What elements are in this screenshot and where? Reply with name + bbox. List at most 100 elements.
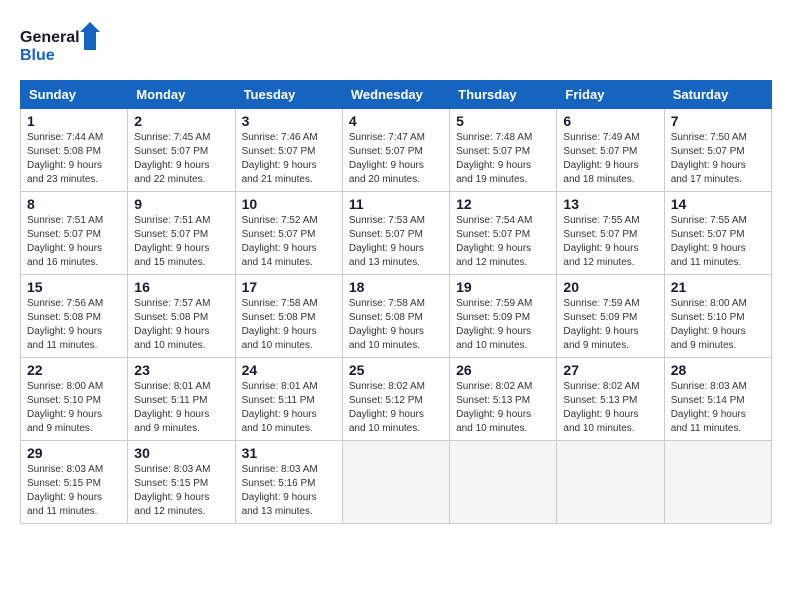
calendar-cell: 22Sunrise: 8:00 AM Sunset: 5:10 PM Dayli… xyxy=(21,358,128,441)
day-number: 14 xyxy=(671,196,765,212)
calendar-table: SundayMondayTuesdayWednesdayThursdayFrid… xyxy=(20,80,772,524)
day-number: 27 xyxy=(563,362,657,378)
day-info: Sunrise: 8:01 AM Sunset: 5:11 PM Dayligh… xyxy=(242,380,336,436)
day-info: Sunrise: 7:48 AM Sunset: 5:07 PM Dayligh… xyxy=(456,131,550,187)
calendar-cell: 21Sunrise: 8:00 AM Sunset: 5:10 PM Dayli… xyxy=(664,275,771,358)
day-of-week-header: Tuesday xyxy=(235,81,342,109)
calendar-cell: 15Sunrise: 7:56 AM Sunset: 5:08 PM Dayli… xyxy=(21,275,128,358)
day-number: 6 xyxy=(563,113,657,129)
calendar-cell: 4 Sunrise: 7:47 AM Sunset: 5:07 PM Daylig… xyxy=(342,109,449,192)
day-info: Sunrise: 8:03 AM Sunset: 5:14 PM Dayligh… xyxy=(671,380,765,436)
day-number: 7 xyxy=(671,113,765,129)
day-info: Sunrise: 7:58 AM Sunset: 5:08 PM Dayligh… xyxy=(349,297,443,353)
day-of-week-header: Sunday xyxy=(21,81,128,109)
day-number: 5 xyxy=(456,113,550,129)
day-number: 15 xyxy=(27,279,121,295)
calendar-cell: 20Sunrise: 7:59 AM Sunset: 5:09 PM Dayli… xyxy=(557,275,664,358)
day-number: 3 xyxy=(242,113,336,129)
day-info: Sunrise: 7:51 AM Sunset: 5:07 PM Dayligh… xyxy=(27,214,121,270)
calendar-header-row: SundayMondayTuesdayWednesdayThursdayFrid… xyxy=(21,81,772,109)
day-number: 26 xyxy=(456,362,550,378)
day-number: 25 xyxy=(349,362,443,378)
day-number: 22 xyxy=(27,362,121,378)
day-number: 23 xyxy=(134,362,228,378)
day-number: 4 xyxy=(349,113,443,129)
calendar-week-row: 1 Sunrise: 7:44 AM Sunset: 5:08 PM Daylig… xyxy=(21,109,772,192)
calendar-cell xyxy=(342,441,449,524)
day-info: Sunrise: 7:59 AM Sunset: 5:09 PM Dayligh… xyxy=(456,297,550,353)
calendar-cell: 10 Sunrise: 7:52 AM Sunset: 5:07 PM Dayli… xyxy=(235,192,342,275)
day-number: 12 xyxy=(456,196,550,212)
day-number: 17 xyxy=(242,279,336,295)
calendar-cell: 12 Sunrise: 7:54 AM Sunset: 5:07 PM Dayli… xyxy=(450,192,557,275)
calendar-cell: 5 Sunrise: 7:48 AM Sunset: 5:07 PM Daylig… xyxy=(450,109,557,192)
day-info: Sunrise: 7:45 AM Sunset: 5:07 PM Dayligh… xyxy=(134,131,228,187)
calendar-cell: 3 Sunrise: 7:46 AM Sunset: 5:07 PM Daylig… xyxy=(235,109,342,192)
calendar-cell xyxy=(450,441,557,524)
day-number: 28 xyxy=(671,362,765,378)
logo: General Blue xyxy=(20,20,100,70)
day-of-week-header: Wednesday xyxy=(342,81,449,109)
calendar-cell: 14 Sunrise: 7:55 AM Sunset: 5:07 PM Dayli… xyxy=(664,192,771,275)
day-info: Sunrise: 8:02 AM Sunset: 5:13 PM Dayligh… xyxy=(456,380,550,436)
calendar-cell: 7 Sunrise: 7:50 AM Sunset: 5:07 PM Daylig… xyxy=(664,109,771,192)
day-of-week-header: Friday xyxy=(557,81,664,109)
calendar-cell: 24 Sunrise: 8:01 AM Sunset: 5:11 PM Dayli… xyxy=(235,358,342,441)
day-info: Sunrise: 8:03 AM Sunset: 5:16 PM Dayligh… xyxy=(242,463,336,519)
calendar-cell: 6Sunrise: 7:49 AM Sunset: 5:07 PM Daylig… xyxy=(557,109,664,192)
day-of-week-header: Saturday xyxy=(664,81,771,109)
day-info: Sunrise: 8:01 AM Sunset: 5:11 PM Dayligh… xyxy=(134,380,228,436)
day-number: 16 xyxy=(134,279,228,295)
calendar-cell: 13 Sunrise: 7:55 AM Sunset: 5:07 PM Dayli… xyxy=(557,192,664,275)
calendar-cell: 26 Sunrise: 8:02 AM Sunset: 5:13 PM Dayli… xyxy=(450,358,557,441)
day-number: 2 xyxy=(134,113,228,129)
day-number: 24 xyxy=(242,362,336,378)
calendar-cell: 18 Sunrise: 7:58 AM Sunset: 5:08 PM Dayli… xyxy=(342,275,449,358)
day-of-week-header: Monday xyxy=(128,81,235,109)
calendar-cell: 2 Sunrise: 7:45 AM Sunset: 5:07 PM Daylig… xyxy=(128,109,235,192)
day-info: Sunrise: 8:02 AM Sunset: 5:13 PM Dayligh… xyxy=(563,380,657,436)
calendar-cell: 30Sunrise: 8:03 AM Sunset: 5:15 PM Dayli… xyxy=(128,441,235,524)
calendar-week-row: 22Sunrise: 8:00 AM Sunset: 5:10 PM Dayli… xyxy=(21,358,772,441)
calendar-cell: 29 Sunrise: 8:03 AM Sunset: 5:15 PM Dayli… xyxy=(21,441,128,524)
day-info: Sunrise: 8:03 AM Sunset: 5:15 PM Dayligh… xyxy=(27,463,121,519)
svg-text:General: General xyxy=(20,29,80,46)
calendar-cell: 31 Sunrise: 8:03 AM Sunset: 5:16 PM Dayli… xyxy=(235,441,342,524)
day-number: 10 xyxy=(242,196,336,212)
day-number: 21 xyxy=(671,279,765,295)
calendar-week-row: 15Sunrise: 7:56 AM Sunset: 5:08 PM Dayli… xyxy=(21,275,772,358)
day-number: 8 xyxy=(27,196,121,212)
day-info: Sunrise: 7:51 AM Sunset: 5:07 PM Dayligh… xyxy=(134,214,228,270)
calendar-cell: 23 Sunrise: 8:01 AM Sunset: 5:11 PM Dayli… xyxy=(128,358,235,441)
day-info: Sunrise: 7:54 AM Sunset: 5:07 PM Dayligh… xyxy=(456,214,550,270)
calendar-cell: 8 Sunrise: 7:51 AM Sunset: 5:07 PM Daylig… xyxy=(21,192,128,275)
day-info: Sunrise: 7:53 AM Sunset: 5:07 PM Dayligh… xyxy=(349,214,443,270)
day-info: Sunrise: 7:52 AM Sunset: 5:07 PM Dayligh… xyxy=(242,214,336,270)
day-info: Sunrise: 7:46 AM Sunset: 5:07 PM Dayligh… xyxy=(242,131,336,187)
calendar-cell: 16 Sunrise: 7:57 AM Sunset: 5:08 PM Dayli… xyxy=(128,275,235,358)
day-number: 13 xyxy=(563,196,657,212)
day-number: 9 xyxy=(134,196,228,212)
day-of-week-header: Thursday xyxy=(450,81,557,109)
calendar-cell: 28 Sunrise: 8:03 AM Sunset: 5:14 PM Dayli… xyxy=(664,358,771,441)
day-info: Sunrise: 7:55 AM Sunset: 5:07 PM Dayligh… xyxy=(563,214,657,270)
day-number: 1 xyxy=(27,113,121,129)
calendar-cell: 27 Sunrise: 8:02 AM Sunset: 5:13 PM Dayli… xyxy=(557,358,664,441)
calendar-cell xyxy=(557,441,664,524)
logo-svg: General Blue xyxy=(20,20,100,70)
day-info: Sunrise: 7:50 AM Sunset: 5:07 PM Dayligh… xyxy=(671,131,765,187)
day-info: Sunrise: 8:02 AM Sunset: 5:12 PM Dayligh… xyxy=(349,380,443,436)
day-info: Sunrise: 7:44 AM Sunset: 5:08 PM Dayligh… xyxy=(27,131,121,187)
day-number: 29 xyxy=(27,445,121,461)
calendar-cell xyxy=(664,441,771,524)
day-number: 18 xyxy=(349,279,443,295)
page-header: General Blue xyxy=(20,20,772,70)
day-info: Sunrise: 7:57 AM Sunset: 5:08 PM Dayligh… xyxy=(134,297,228,353)
calendar-cell: 17Sunrise: 7:58 AM Sunset: 5:08 PM Dayli… xyxy=(235,275,342,358)
day-number: 31 xyxy=(242,445,336,461)
day-info: Sunrise: 7:55 AM Sunset: 5:07 PM Dayligh… xyxy=(671,214,765,270)
day-number: 20 xyxy=(563,279,657,295)
calendar-cell: 1 Sunrise: 7:44 AM Sunset: 5:08 PM Daylig… xyxy=(21,109,128,192)
svg-text:Blue: Blue xyxy=(20,47,55,64)
day-info: Sunrise: 7:47 AM Sunset: 5:07 PM Dayligh… xyxy=(349,131,443,187)
